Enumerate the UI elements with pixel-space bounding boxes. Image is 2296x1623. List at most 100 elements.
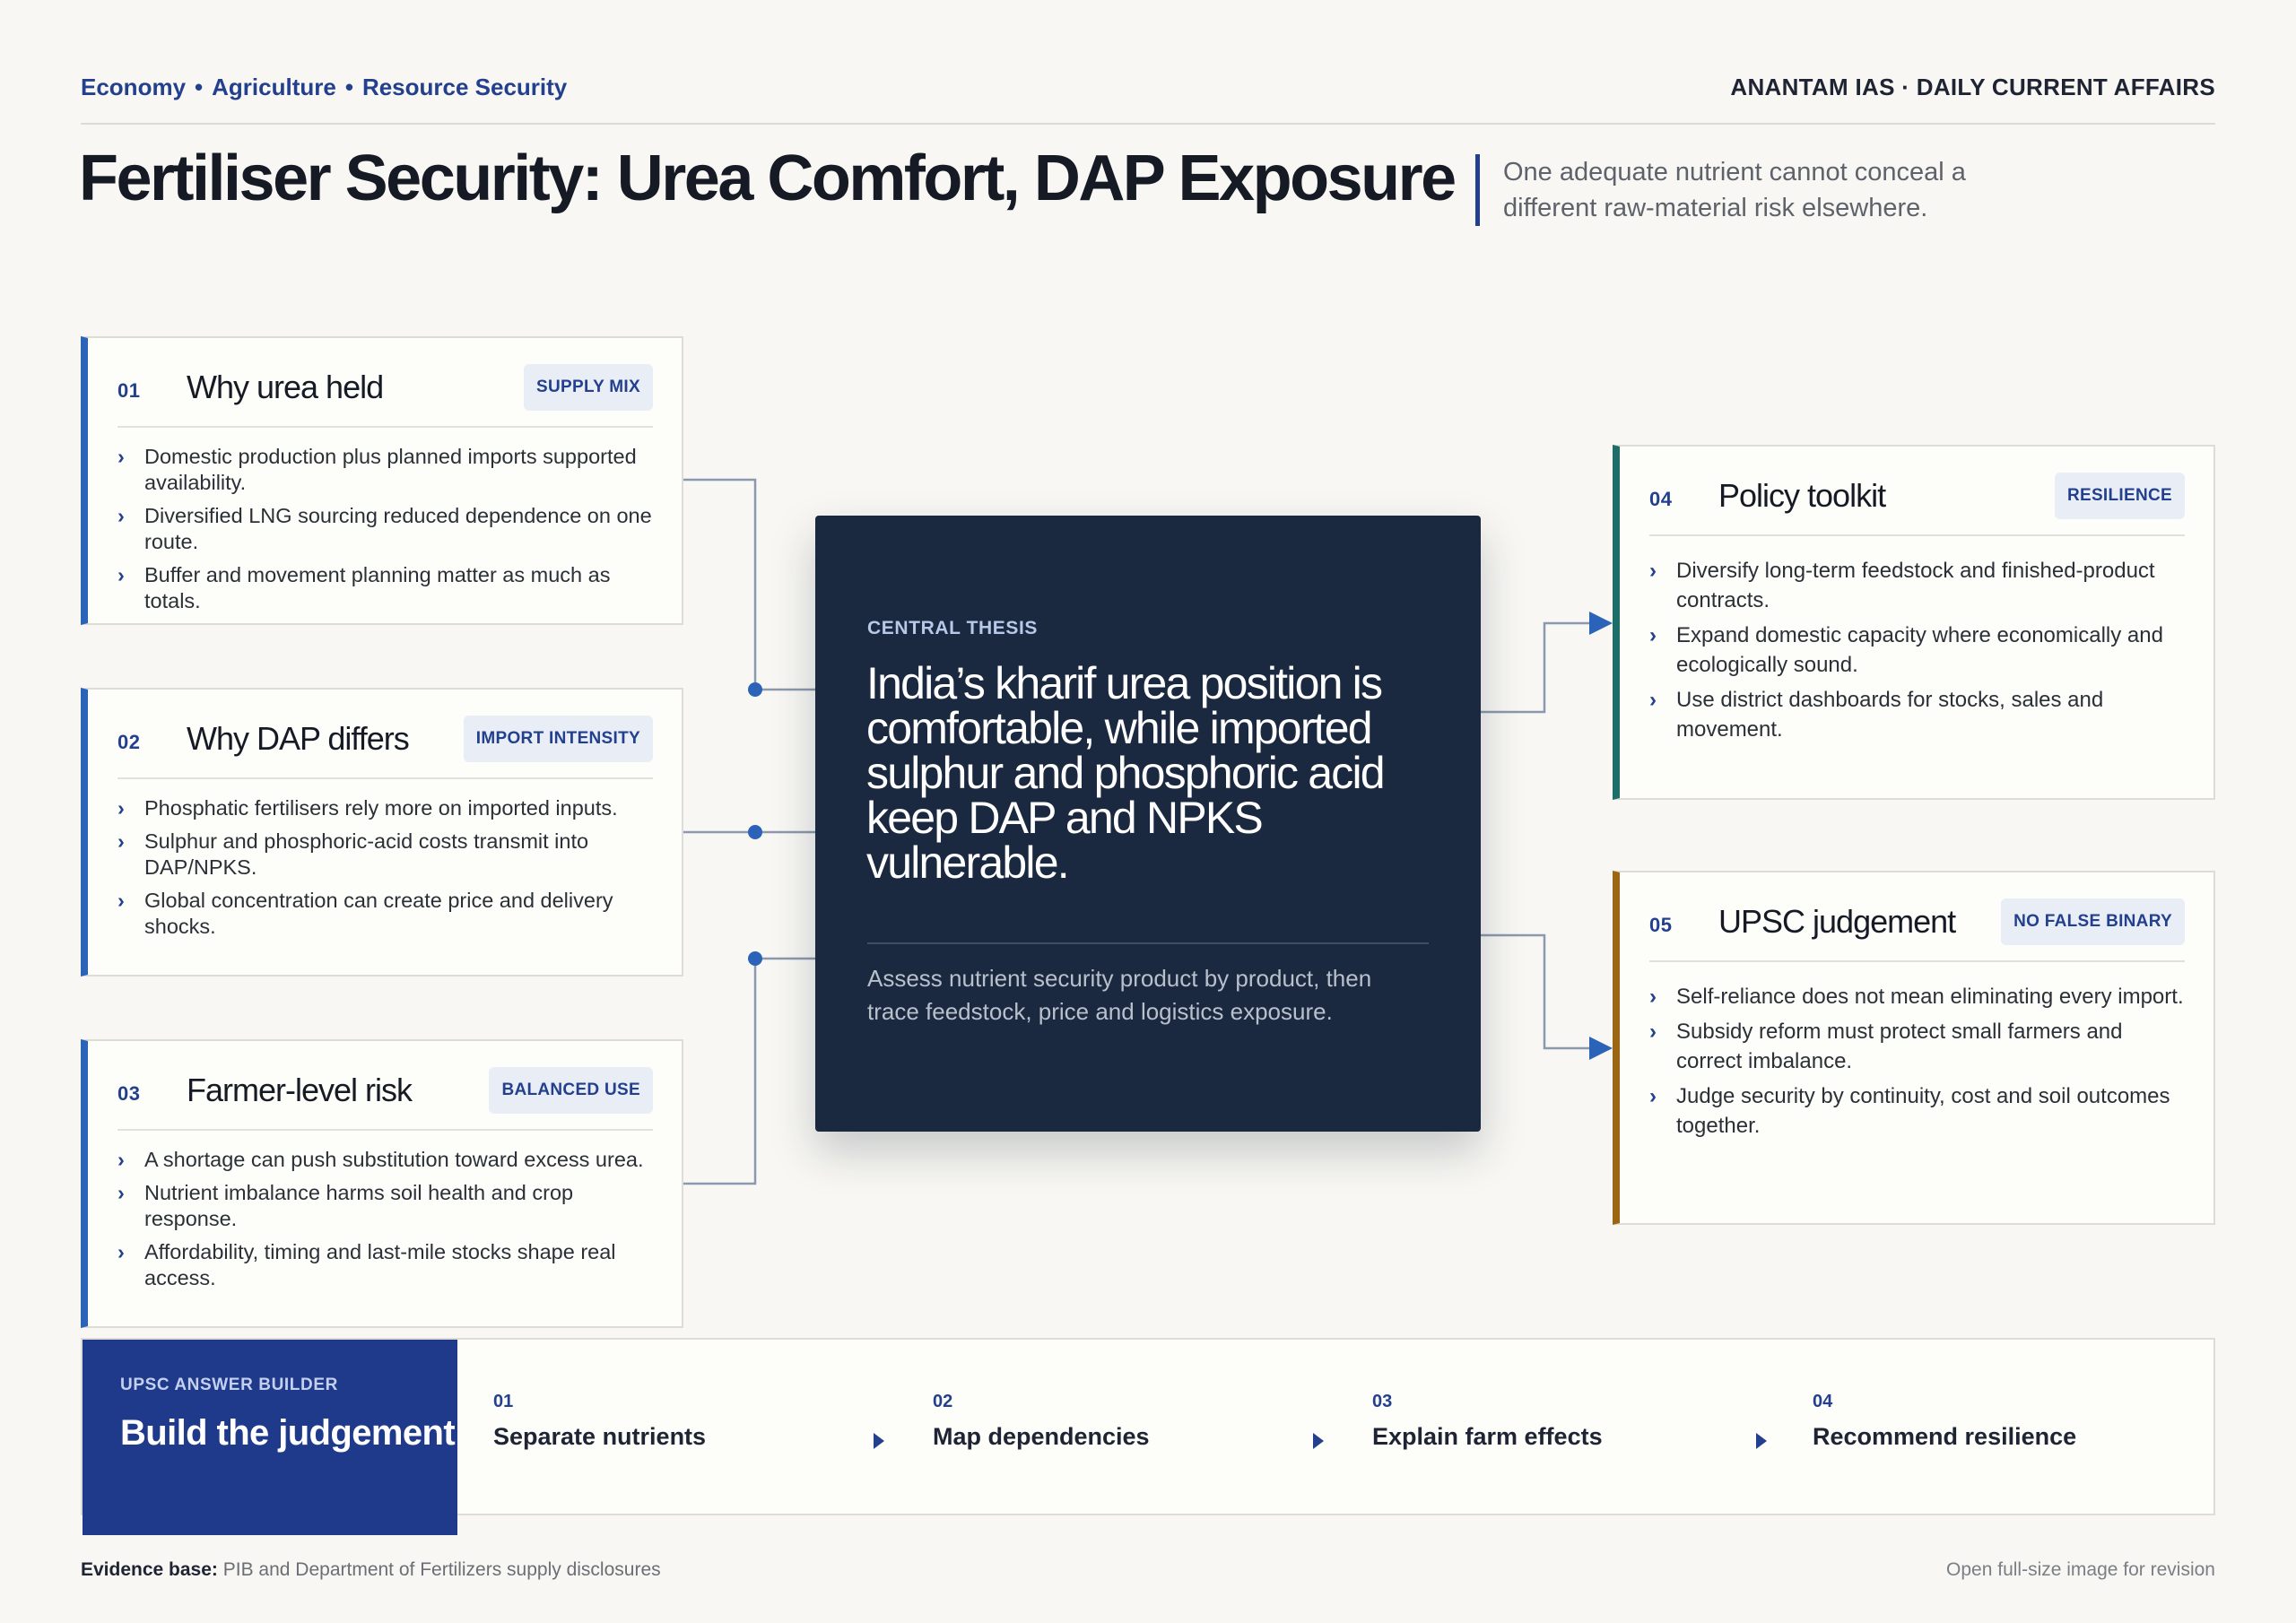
chevron-right-icon: › xyxy=(117,563,125,586)
card-divider xyxy=(117,777,653,779)
card-points: › Diversify long-term feedstock and finis… xyxy=(1649,556,2187,750)
card-points: › Phosphatic fertilisers rely more on imp… xyxy=(117,795,655,947)
chevron-right-icon: › xyxy=(117,445,125,468)
list-item: › Domestic production plus planned import… xyxy=(117,445,637,494)
connector-card-05 xyxy=(1481,933,1595,1050)
connector-card-03 xyxy=(683,957,815,1185)
chevron-right-icon: › xyxy=(1649,688,1657,712)
step-separate-nutrients: 01 Separate nutrients xyxy=(493,1392,706,1451)
card-points: › Self-reliance does not mean eliminating… xyxy=(1649,982,2187,1146)
answer-builder: UPSC ANSWER BUILDER Build the judgement … xyxy=(81,1338,2215,1535)
chevron-right-icon: › xyxy=(1649,985,1657,1009)
card-number: 04 xyxy=(1649,488,1673,510)
list-item: › Diversified LNG sourcing reduced depend… xyxy=(117,504,652,553)
step-label: Map dependencies xyxy=(933,1423,1150,1450)
answer-builder-header: UPSC ANSWER BUILDER Build the judgement xyxy=(83,1340,457,1535)
chevron-right-icon: › xyxy=(1649,1020,1657,1044)
page-title: Fertiliser Security: Urea Comfort, DAP E… xyxy=(79,143,1457,214)
card-points: › A shortage can push substitution toward… xyxy=(117,1147,655,1298)
step-number: 02 xyxy=(933,1392,953,1411)
card-title: Policy toolkit xyxy=(1718,477,1886,514)
page-subtitle: One adequate nutrient cannot conceal a d… xyxy=(1475,154,1978,226)
list-item: › Expand domestic capacity where economic… xyxy=(1649,621,2187,680)
chevron-right-icon: › xyxy=(1649,1084,1657,1108)
connector-dot-03 xyxy=(748,951,762,966)
infographic-page: Economy • Agriculture • Resource Securit… xyxy=(0,0,2296,1623)
step-recommend-resilience: 04 Recommend resilience xyxy=(1813,1392,2076,1451)
card-badge: NO FALSE BINARY xyxy=(2001,898,2185,945)
open-full-size-link[interactable]: Open full-size image for revision xyxy=(1946,1559,2215,1581)
card-divider xyxy=(117,1129,653,1131)
list-item: › Buffer and movement planning matter as … xyxy=(117,563,611,612)
central-thesis-panel: CENTRAL THESIS India’s kharif urea posit… xyxy=(815,516,1481,1132)
step-label: Recommend resilience xyxy=(1813,1423,2077,1450)
card-number: 05 xyxy=(1649,914,1673,936)
list-item: › Judge security by continuity, cost and … xyxy=(1649,1081,2187,1141)
list-item: › Self-reliance does not mean eliminating… xyxy=(1649,982,2187,1011)
thesis-kicker: CENTRAL THESIS xyxy=(867,618,1039,638)
card-why-dap-differs: 02 Why DAP differs IMPORT INTENSITY › Pho… xyxy=(81,688,683,976)
card-title: UPSC judgement xyxy=(1718,903,1956,940)
chevron-right-icon: › xyxy=(117,1181,125,1204)
list-item: › Sulphur and phosphoric-acid costs trans… xyxy=(117,829,589,879)
connector-card-04 xyxy=(1481,621,1595,714)
card-farmer-level-risk: 03 Farmer-level risk BALANCED USE › A sho… xyxy=(81,1039,683,1328)
card-upsc-judgement: 05 UPSC judgement NO FALSE BINARY › Self-… xyxy=(1613,871,2215,1225)
list-item: › Nutrient imbalance harms soil health an… xyxy=(117,1181,574,1230)
step-map-dependencies: 02 Map dependencies xyxy=(933,1392,1150,1451)
connector-arrowhead-04 xyxy=(1589,612,1613,635)
step-number: 04 xyxy=(1813,1392,1833,1411)
answer-builder-kicker: UPSC ANSWER BUILDER xyxy=(120,1376,338,1394)
card-number: 02 xyxy=(117,731,141,753)
card-badge: RESILIENCE xyxy=(2054,473,2185,519)
chevron-right-icon: › xyxy=(1649,623,1657,647)
breadcrumb-item-agriculture[interactable]: Agriculture xyxy=(212,74,336,101)
play-arrow-icon xyxy=(874,1433,884,1449)
evidence-text: PIB and Department of Fertilizers supply… xyxy=(222,1559,661,1580)
breadcrumb-separator: • xyxy=(195,74,204,100)
card-divider xyxy=(1649,534,2185,536)
card-title: Why urea held xyxy=(187,369,384,405)
step-explain-farm-effects: 03 Explain farm effects xyxy=(1372,1392,1603,1451)
step-number: 03 xyxy=(1372,1392,1393,1411)
card-points: › Domestic production plus planned import… xyxy=(117,444,655,621)
step-number: 01 xyxy=(493,1392,514,1411)
connector-card-01 xyxy=(683,478,815,691)
list-item: › Use district dashboards for stocks, sal… xyxy=(1649,685,2187,744)
list-item: › Phosphatic fertilisers rely more on imp… xyxy=(117,796,618,820)
chevron-right-icon: › xyxy=(117,504,125,527)
chevron-right-icon: › xyxy=(117,1240,125,1263)
list-item: › Global concentration can create price a… xyxy=(117,889,613,938)
thesis-note: Assess nutrient security product by prod… xyxy=(867,965,1372,1025)
card-divider xyxy=(1649,960,2185,962)
chevron-right-icon: › xyxy=(117,796,125,820)
connector-dot-02 xyxy=(748,825,762,839)
card-why-urea-held: 01 Why urea held SUPPLY MIX › Domestic pr… xyxy=(81,336,683,625)
card-policy-toolkit: 04 Policy toolkit RESILIENCE › Diversify … xyxy=(1613,445,2215,800)
brand-label: ANANTAM IAS · DAILY CURRENT AFFAIRS xyxy=(1730,74,2215,100)
chevron-right-icon: › xyxy=(1649,559,1657,583)
step-label: Explain farm effects xyxy=(1372,1423,1603,1450)
play-arrow-icon xyxy=(1756,1433,1767,1449)
evidence-label: Evidence base: xyxy=(81,1559,218,1580)
play-arrow-icon xyxy=(1313,1433,1324,1449)
list-item: › Subsidy reform must protect small farme… xyxy=(1649,1017,2187,1076)
card-title: Farmer-level risk xyxy=(187,1072,413,1108)
card-badge: SUPPLY MIX xyxy=(524,364,653,411)
card-badge: BALANCED USE xyxy=(489,1067,653,1114)
step-label: Separate nutrients xyxy=(493,1423,707,1450)
chevron-right-icon: › xyxy=(117,829,125,853)
breadcrumb: Economy • Agriculture • Resource Securit… xyxy=(81,74,567,101)
chevron-right-icon: › xyxy=(117,889,125,912)
list-item: › A shortage can push substitution toward… xyxy=(117,1148,644,1171)
chevron-right-icon: › xyxy=(117,1148,125,1171)
breadcrumb-separator: • xyxy=(344,74,353,100)
card-number: 01 xyxy=(117,379,141,402)
card-number: 03 xyxy=(117,1082,141,1105)
breadcrumb-item-economy[interactable]: Economy xyxy=(81,74,186,101)
card-divider xyxy=(117,426,653,428)
evidence-base: Evidence base: PIB and Department of Fer… xyxy=(81,1559,661,1581)
breadcrumb-item-resource-security[interactable]: Resource Security xyxy=(362,74,567,101)
connector-dot-01 xyxy=(748,682,762,697)
header-divider xyxy=(81,123,2215,125)
